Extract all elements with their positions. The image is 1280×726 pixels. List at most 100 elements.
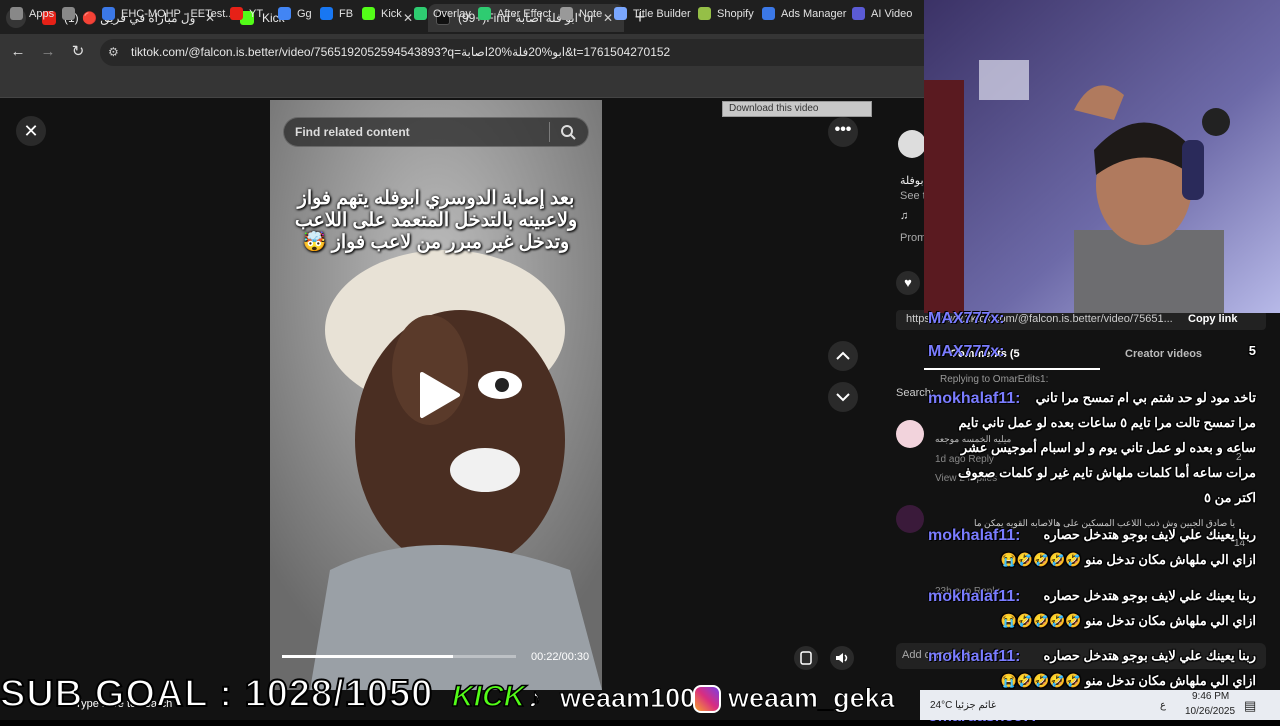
- chat-username: mokhalaf11:: [928, 527, 1021, 544]
- sub-goal-overlay: SUB GOAL : 1028/1050: [0, 672, 434, 716]
- bookmarks-bar: [0, 70, 924, 98]
- bookmark-label: After Effect: [497, 7, 552, 20]
- fx-icon: [478, 7, 491, 20]
- more-options-button[interactable]: •••: [828, 117, 858, 147]
- bookmark-label: Shopify: [717, 7, 754, 20]
- bookmark-label: Apps: [29, 7, 55, 20]
- meta-icon: [762, 7, 775, 20]
- volume-icon: [836, 653, 848, 663]
- youtube-icon: [230, 7, 243, 20]
- like-button[interactable]: ♥: [896, 271, 920, 295]
- tab-groups-icon: [62, 7, 75, 20]
- facebook-icon: [320, 7, 333, 20]
- input-language[interactable]: ع: [1160, 700, 1166, 711]
- bookmark-label: Note: [579, 7, 603, 20]
- bookmark-label: Ads Manager: [781, 7, 847, 20]
- author-name[interactable]: ابوفلة: [900, 174, 927, 187]
- next-video-button[interactable]: [828, 382, 858, 412]
- chat-message: ربنا يعينك علي لايف بوجو هتدخل حصاره: [1043, 588, 1256, 603]
- google-icon: [278, 7, 291, 20]
- shield-icon: [414, 7, 427, 20]
- bookmark-label: Kick: [381, 7, 402, 20]
- bookmark-ehc-mohp-eetest-[interactable]: EHC-MOHP - EETest...: [102, 7, 234, 20]
- bookmark-kick[interactable]: Kick: [362, 7, 402, 20]
- wave-icon: [614, 7, 627, 20]
- bookmark-label: AI Video: [871, 7, 913, 20]
- tab-creator-videos[interactable]: Creator videos: [1125, 348, 1202, 360]
- bookmark-gg[interactable]: Gg: [278, 7, 312, 20]
- promote-link[interactable]: Prom: [900, 232, 926, 244]
- chat-message: 5: [1248, 343, 1256, 358]
- note-icon: [560, 7, 573, 20]
- instagram-icon: [693, 685, 721, 713]
- search-placeholder: Find related content: [295, 125, 410, 139]
- progress-fill: [282, 655, 453, 658]
- search-icon[interactable]: [560, 124, 576, 140]
- bookmark-overlay[interactable]: Overlay: [414, 7, 471, 20]
- shopify-icon: [698, 7, 711, 20]
- bookmark-title-builder[interactable]: Title Builder: [614, 7, 691, 20]
- comment-reply: Replying to OmarEdits1:: [940, 374, 1049, 385]
- active-tab-underline: [924, 368, 1100, 370]
- see-translation-link[interactable]: See t: [900, 190, 926, 202]
- reload-button[interactable]: ↻: [68, 42, 88, 62]
- copy-link-button[interactable]: Copy link: [1188, 313, 1238, 325]
- chat-username: MAX777x:: [928, 310, 1005, 327]
- url-text[interactable]: tiktok.com/@falcon.is.better/video/75651…: [131, 45, 670, 59]
- clock-time[interactable]: 9:46 PM: [1192, 691, 1229, 702]
- chat-message: ازاي الي ملهاش مكان تدخل منو 🤣🤣🤣🤣😭: [1000, 613, 1256, 628]
- apps-grid-icon: [10, 7, 23, 20]
- bookmark-label: YT: [249, 7, 264, 20]
- site-info-icon[interactable]: ⚙: [108, 45, 122, 59]
- chevron-down-icon: [836, 393, 850, 402]
- weather-widget[interactable]: 24°C غائم جزئيا: [930, 700, 996, 711]
- bookmark-ads-manager[interactable]: Ads Manager: [762, 7, 846, 20]
- forward-button[interactable]: →: [38, 42, 58, 62]
- ai-icon: [852, 7, 865, 20]
- search-divider: [549, 122, 550, 142]
- previous-video-button[interactable]: [828, 341, 858, 371]
- video-caption: بعد إصابة الدوسري ابوفله يتهم فواز ولاعب…: [294, 188, 578, 253]
- chat-message: ازاي الي ملهاش مكان تدخل منو 🤣🤣🤣🤣😭: [1000, 673, 1256, 688]
- bookmark-label: FB: [339, 7, 354, 20]
- tiktok-handle: weaam100: [559, 683, 696, 714]
- captions-button[interactable]: [794, 646, 818, 670]
- bookmark-fb[interactable]: FB: [320, 7, 353, 20]
- close-video-button[interactable]: ✕: [16, 116, 46, 146]
- bookmark-shopify[interactable]: Shopify: [698, 7, 754, 20]
- chat-message: ساعه و بعده لو عمل تاني يوم و لو اسبام أ…: [960, 440, 1256, 455]
- tiktok-icon: ♪: [528, 683, 542, 714]
- captions-icon: [800, 651, 812, 665]
- clock-date[interactable]: 10/26/2025: [1185, 706, 1235, 717]
- kick-logo: KICK: [451, 679, 526, 714]
- streamer-webcam: [924, 0, 1280, 313]
- download-video-bar[interactable]: Download this video: [722, 101, 872, 117]
- chat-message: تاخد مود لو حد شتم بي ام تمسح مرا تاني: [1035, 390, 1256, 405]
- bookmark-label: Overlay: [433, 7, 471, 20]
- chat-message: مرا تمسح تالت مرا تايم ٥ ساعات بعده لو ع…: [958, 415, 1256, 430]
- playback-time: 00:22/00:30: [531, 651, 590, 663]
- chat-message: ازاي الي ملهاش مكان تدخل منو 🤣🤣🤣🤣😭: [1000, 552, 1256, 567]
- avatar[interactable]: [898, 130, 926, 158]
- volume-button[interactable]: [830, 646, 854, 670]
- bookmark-note[interactable]: Note: [560, 7, 602, 20]
- bookmark-yt[interactable]: YT: [230, 7, 263, 20]
- bookmark-after-effect[interactable]: After Effect: [478, 7, 551, 20]
- avatar[interactable]: [896, 420, 924, 448]
- bookmark-ai-video[interactable]: AI Video: [852, 7, 912, 20]
- back-button[interactable]: ←: [8, 42, 28, 62]
- bookmark-label: Gg: [297, 7, 312, 20]
- music-icon: ♫: [900, 210, 909, 222]
- play-icon[interactable]: [418, 370, 462, 420]
- chat-username: mokhalaf11:: [928, 648, 1021, 665]
- bookmark-groups[interactable]: [62, 7, 81, 20]
- chat-username: MAX777x:: [928, 343, 1005, 360]
- chat-username: mokhalaf11:: [928, 588, 1021, 605]
- bookmark-label: EHC-MOHP - EETest...: [121, 7, 235, 20]
- avatar[interactable]: [896, 505, 924, 533]
- webcam-feed: [924, 0, 1280, 313]
- bookmark-apps[interactable]: Apps: [10, 7, 54, 20]
- bookmark-label: Title Builder: [633, 7, 691, 20]
- chat-username: mokhalaf11:: [928, 390, 1021, 407]
- notification-icon[interactable]: ▤: [1244, 698, 1256, 714]
